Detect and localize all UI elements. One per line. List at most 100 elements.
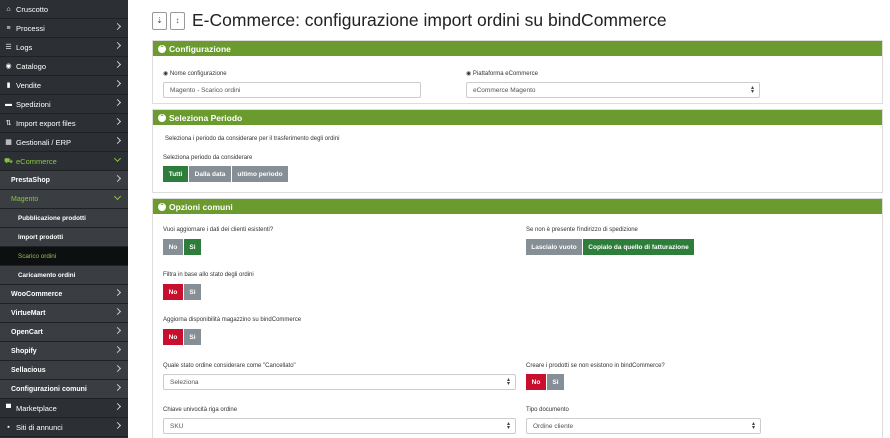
select-arrows-icon: ▴ ▾ [750, 85, 754, 95]
panel-header-periodo[interactable]: ⌃ Seleziona Periodo [153, 110, 882, 125]
panel-header-configurazione[interactable]: ⌃ Configurazione [153, 41, 882, 56]
sidebar-item-label: Shopify [11, 347, 37, 355]
sidebar-item-opencart[interactable]: OpenCart [0, 323, 128, 342]
create-products-no-button[interactable]: No [526, 374, 546, 390]
sidebar-item-magento[interactable]: Magento [0, 190, 128, 209]
panel-header-opzioni[interactable]: ⌃ Opzioni comuni [153, 199, 882, 214]
sidebar-item-vendite[interactable]: ▮ Vendite [0, 76, 128, 95]
sidebar-item-shopify[interactable]: Shopify [0, 342, 128, 361]
chevron-right-icon [113, 60, 122, 69]
chevron-right-icon [113, 98, 122, 107]
periodo-select-label: Seleziona periodo da considerare [163, 155, 253, 161]
sidebar-item-spedizioni[interactable]: ▬ Spedizioni [0, 95, 128, 114]
sidebar-item-label: Gestionali / ERP [16, 137, 72, 147]
filter-status-no-button[interactable]: No [163, 284, 183, 300]
eye-icon: ◉ [466, 71, 473, 77]
sidebar-item-label: Import export files [16, 118, 76, 128]
sidebar-item-import-prodotti[interactable]: Import prodotti [0, 228, 128, 247]
stock-update-no-button[interactable]: No [163, 329, 183, 345]
chevron-right-icon [113, 22, 122, 31]
sidebar-item-caricamento-ordini[interactable]: Caricamento ordini [0, 266, 128, 285]
sidebar-item-processi[interactable]: ≡ Processi [0, 19, 128, 38]
chevron-right-icon [113, 402, 122, 411]
sidebar-item-pubblicazione-prodotti[interactable]: Pubblicazione prodotti [0, 209, 128, 228]
chevron-down-icon [113, 154, 122, 163]
sidebar-item-import-export[interactable]: ⇅ Import export files [0, 114, 128, 133]
filter-status-si-button[interactable]: Si [184, 284, 201, 300]
expand-button[interactable]: ↕ [170, 11, 185, 30]
sidebar-item-label: Configurazioni comuni [11, 385, 87, 393]
shipping-copy-button[interactable]: Copialo da quello di fatturazione [583, 239, 694, 255]
sidebar-item-siti-annunci[interactable]: ▪ Siti di annunci [0, 418, 128, 437]
sidebar-item-virtuemart[interactable]: VirtueMart [0, 304, 128, 323]
sidebar-item-gestionali[interactable]: ▦ Gestionali / ERP [0, 133, 128, 152]
doc-type-label: Tipo documento [526, 407, 569, 413]
page-header: ⇣ ↕ E-Commerce: configurazione import or… [152, 10, 667, 31]
sidebar-item-label: Catalogo [16, 61, 47, 71]
sidebar-item-label: Processi [16, 23, 45, 33]
processes-icon: ≡ [6, 24, 11, 32]
config-name-label: ◉ Nome configurazione [163, 70, 227, 77]
collapse-button[interactable]: ⇣ [152, 11, 167, 30]
sidebar-item-label: Marketplace [16, 403, 57, 413]
sidebar-item-label: Logs [16, 42, 33, 52]
chevron-right-icon [113, 326, 122, 335]
sidebar-item-label: Spedizioni [16, 99, 51, 109]
select-arrows-icon: ▴ ▾ [506, 421, 510, 431]
sidebar-item-catalogo[interactable]: ◉ Catalogo [0, 57, 128, 76]
sidebar: ⌂ Cruscotto ≡ Processi ☰ Logs ◉ Catalogo ▮ Ve… [0, 0, 128, 438]
select-value: Seleziona [170, 378, 199, 386]
platform-select[interactable]: eCommerce Magento ▴ ▾ [466, 82, 760, 98]
main-content: ⇣ ↕ E-Commerce: configurazione import or… [128, 0, 890, 438]
sidebar-item-prestashop[interactable]: PrestaShop [0, 171, 128, 190]
sidebar-item-label: OpenCart [11, 328, 43, 336]
sidebar-item-cruscotto[interactable]: ⌂ Cruscotto [0, 0, 128, 19]
sidebar-item-label: Sellacious [11, 366, 46, 374]
sidebar-item-label: WooCommerce [11, 290, 63, 298]
shipping-address-label: Se non è presente l'indirizzo di spedizi… [526, 227, 638, 233]
chevron-right-icon [113, 136, 122, 145]
update-clients-no-button[interactable]: No [163, 239, 183, 255]
update-clients-si-button[interactable]: Si [184, 239, 201, 255]
label-text: Piattaforma eCommerce [472, 71, 538, 77]
period-last-button[interactable]: ultimo periodo [232, 166, 288, 182]
create-products-si-button[interactable]: Si [547, 374, 564, 390]
chevron-right-icon [113, 307, 122, 316]
panel-title: Seleziona Periodo [169, 112, 243, 123]
panel-title: Configurazione [169, 43, 231, 54]
sidebar-item-configurazioni-comuni[interactable]: Configurazioni comuni [0, 380, 128, 399]
select-arrows-icon: ▴ ▾ [751, 421, 755, 431]
platform-label: ◉ Piattaforma eCommerce [466, 70, 538, 77]
sidebar-item-ecommerce[interactable]: ⛟ eCommerce [0, 152, 128, 171]
chevron-right-icon [113, 79, 122, 88]
sales-icon: ▮ [6, 82, 11, 89]
sidebar-item-label: Siti di annunci [16, 422, 63, 432]
sidebar-item-label: Pubblicazione prodotti [18, 214, 86, 222]
sidebar-item-label: Magento [11, 195, 39, 203]
collapse-circle-icon: ⌃ [158, 44, 166, 53]
sidebar-item-sellacious[interactable]: Sellacious [0, 361, 128, 380]
cancel-status-select[interactable]: Seleziona ▴ ▾ [163, 374, 516, 390]
period-all-button[interactable]: Tutti [163, 166, 188, 182]
panel-title: Opzioni comuni [169, 201, 233, 212]
shipping-empty-button[interactable]: Lascialo vuoto [526, 239, 582, 255]
doc-type-select[interactable]: Ordine cliente ▴ ▾ [526, 418, 761, 434]
stock-update-si-button[interactable]: Si [184, 329, 201, 345]
panel-opzioni: ⌃ Opzioni comuni Vuoi aggiornare i dati d… [152, 198, 883, 438]
eye-icon: ◉ [163, 71, 170, 77]
sidebar-item-marketplace[interactable]: ▀ Marketplace [0, 399, 128, 418]
sidebar-item-logs[interactable]: ☰ Logs [0, 38, 128, 57]
config-name-input[interactable]: Magento - Scarico ordini [163, 82, 421, 98]
order-key-select[interactable]: SKU ▴ ▾ [163, 418, 516, 434]
cart-icon: ⛟ [4, 157, 13, 165]
shipping-icon: ▬ [5, 100, 12, 108]
select-arrows-icon: ▴ ▾ [506, 377, 510, 387]
sidebar-item-scarico-ordini[interactable]: Scarico ordini [0, 247, 128, 266]
sidebar-item-label: Caricamento ordini [18, 271, 76, 279]
home-icon: ⌂ [6, 5, 11, 13]
sidebar-item-label: Scarico ordini [18, 252, 57, 260]
periodo-description: Seleziona i periodo da considerare per i… [165, 136, 340, 142]
create-products-label: Creare i prodotti se non esistono in bin… [526, 363, 665, 369]
period-from-date-button[interactable]: Dalla data [189, 166, 231, 182]
sidebar-item-woocommerce[interactable]: WooCommerce [0, 285, 128, 304]
